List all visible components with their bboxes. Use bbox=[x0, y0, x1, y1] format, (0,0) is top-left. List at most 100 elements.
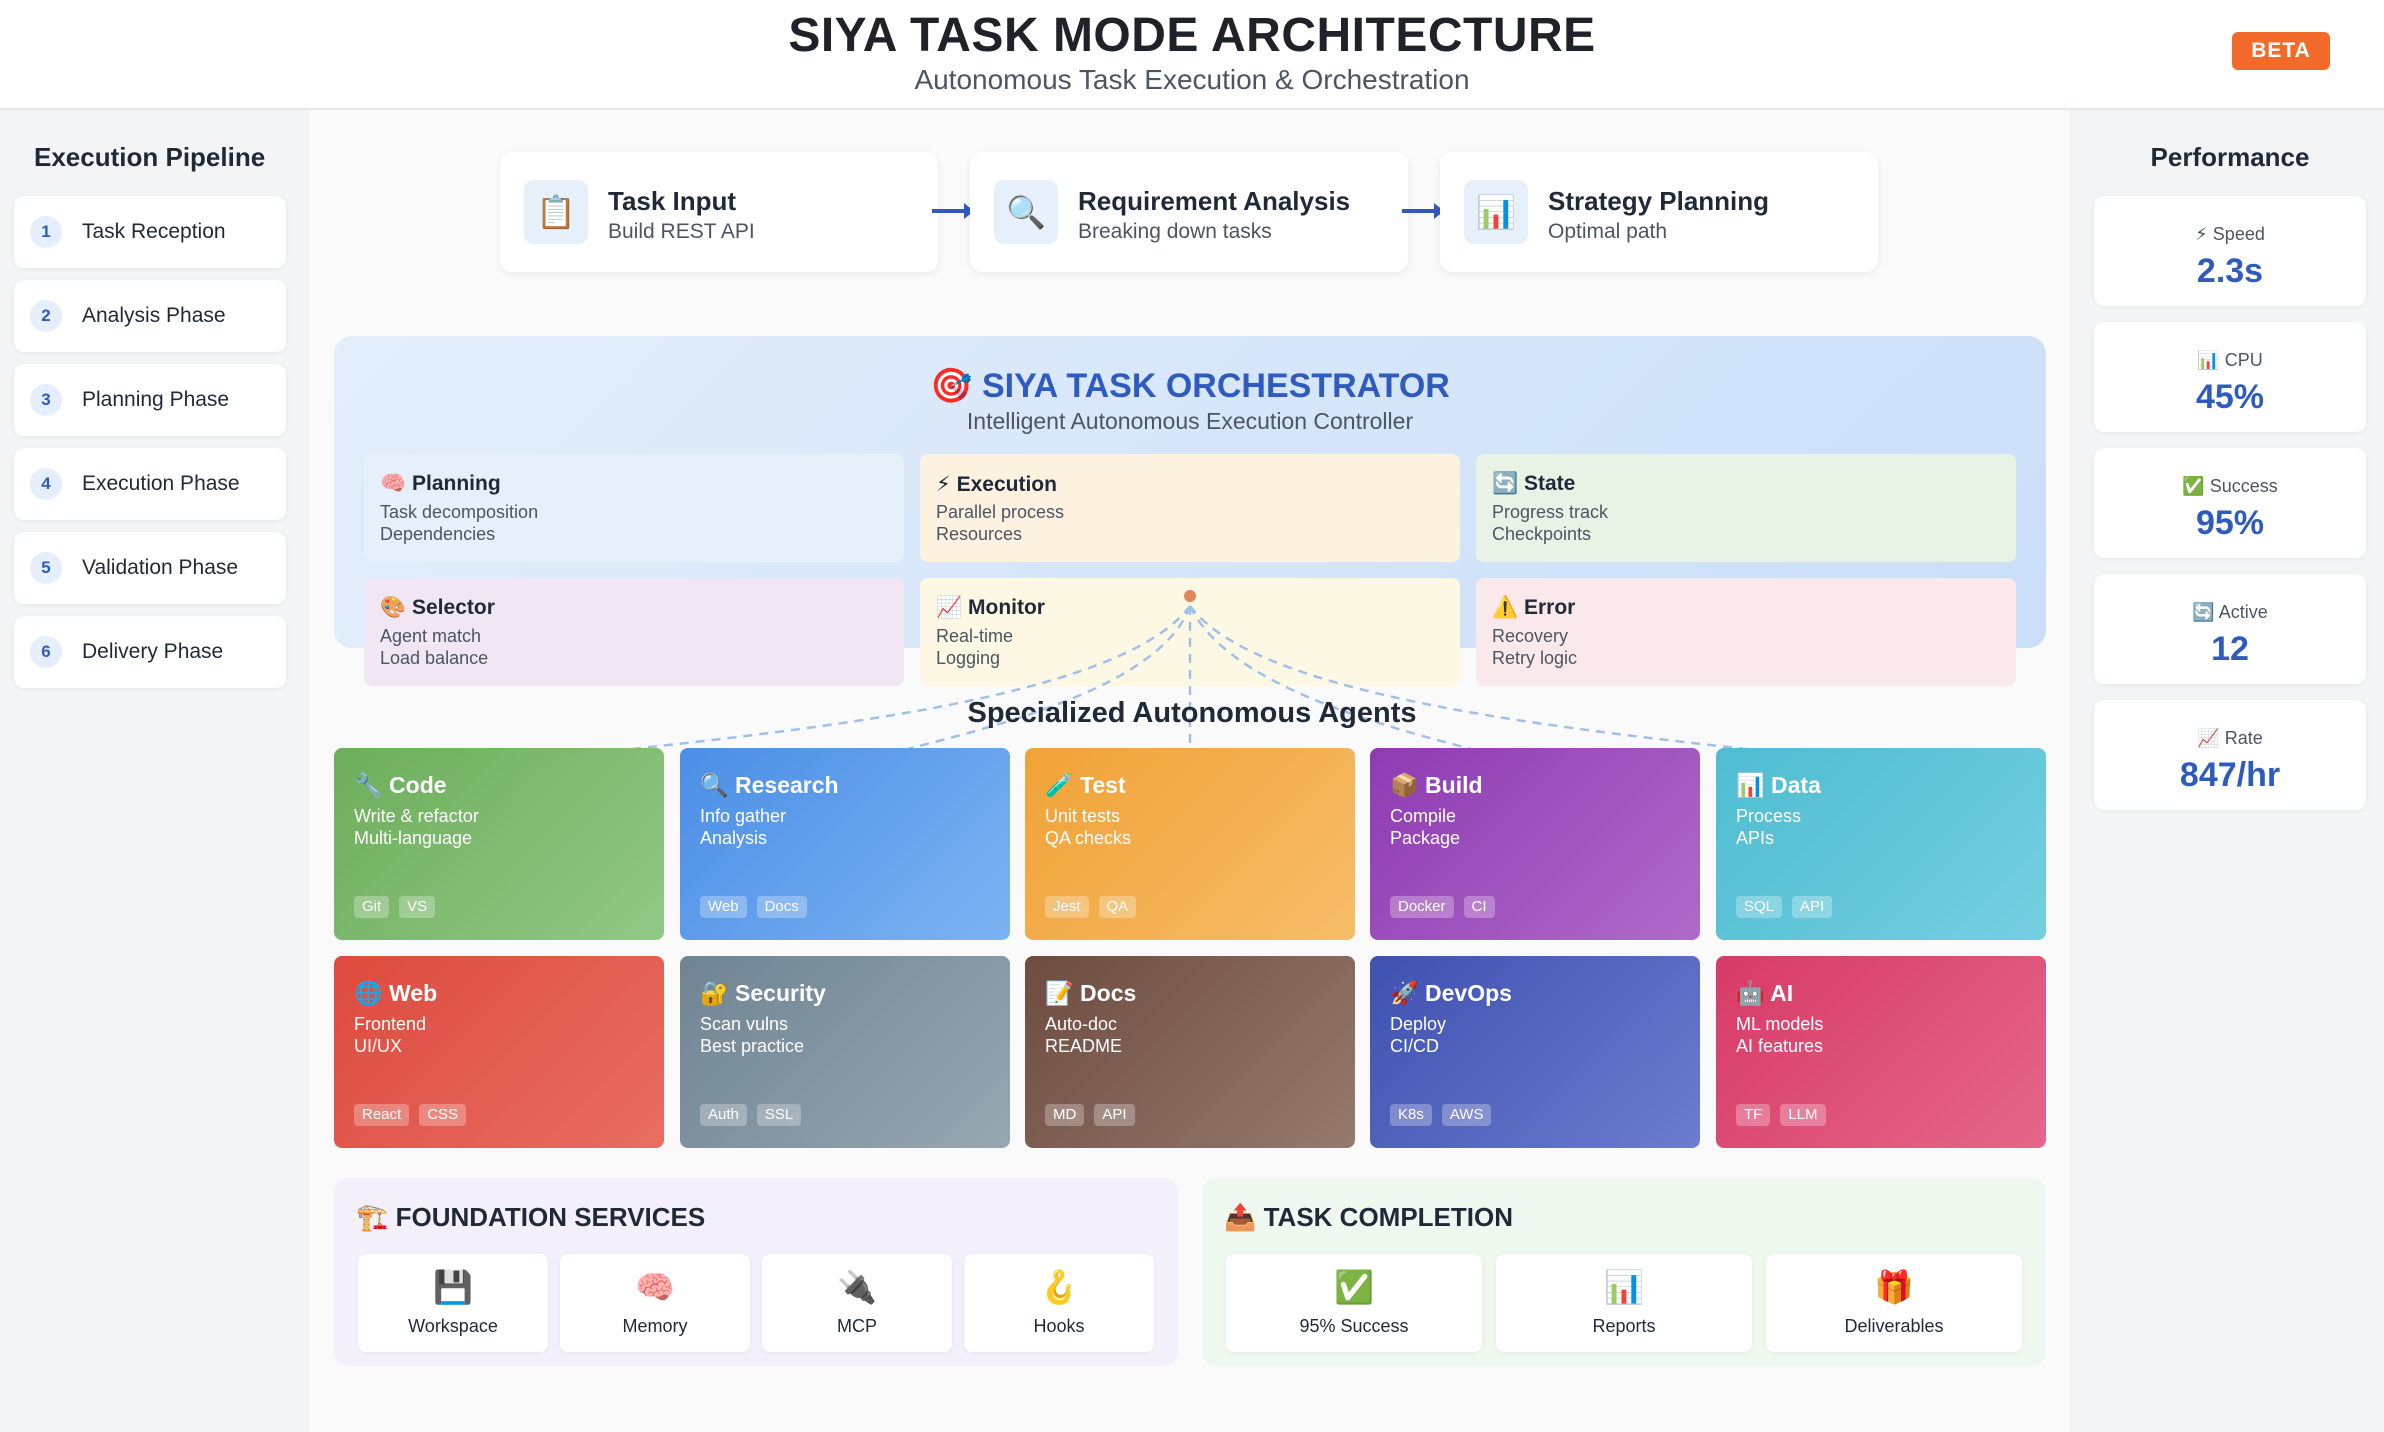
agent-title: 🔍 Research bbox=[700, 772, 839, 798]
agent-tags: SQL API bbox=[1736, 896, 1833, 918]
agent-detail: ML models bbox=[1736, 1014, 1824, 1034]
agent-card-web[interactable]: 🌐 Web Frontend UI/UX React CSS bbox=[334, 956, 664, 1148]
tag: TF bbox=[1736, 1104, 1771, 1126]
service-workspace[interactable]: 💾 Workspace bbox=[358, 1254, 548, 1352]
tag: MD bbox=[1045, 1104, 1085, 1126]
agent-tags: Auth SSL bbox=[700, 1104, 802, 1126]
service-mcp[interactable]: 🔌 MCP bbox=[762, 1254, 952, 1352]
agent-detail: README bbox=[1045, 1036, 1123, 1056]
agent-card-devops[interactable]: 🚀 DevOps Deploy CI/CD K8s AWS bbox=[1370, 956, 1700, 1148]
agent-tags: React CSS bbox=[354, 1104, 467, 1126]
gift-icon: 🎁 bbox=[1874, 1269, 1914, 1305]
completion-success[interactable]: ✅ 95% Success bbox=[1226, 1254, 1482, 1352]
agent-title: 🧪 Test bbox=[1045, 772, 1126, 798]
agent-detail: QA checks bbox=[1045, 828, 1132, 848]
agent-detail: AI features bbox=[1736, 1036, 1824, 1056]
completion-title: 📤 TASK COMPLETION bbox=[1224, 1202, 1514, 1232]
agent-card-build[interactable]: 📦 Build Compile Package Docker CI bbox=[1370, 748, 1700, 940]
agent-title: 🔧 Code bbox=[354, 772, 447, 798]
connector-data bbox=[1188, 605, 1791, 756]
agent-detail: Multi-language bbox=[354, 828, 473, 848]
agent-detail: Write & refactor bbox=[354, 806, 479, 826]
plug-icon: 🔌 bbox=[837, 1269, 877, 1305]
agent-detail: Info gather bbox=[700, 806, 787, 826]
checkmark-icon: ✅ bbox=[1334, 1269, 1374, 1305]
completion-label: Deliverables bbox=[1844, 1316, 1944, 1336]
tag: Docs bbox=[756, 896, 807, 918]
memo-icon: 📝 bbox=[1045, 980, 1074, 1006]
tag: Docker bbox=[1390, 896, 1454, 918]
tag: Jest bbox=[1045, 896, 1089, 918]
tag: AWS bbox=[1441, 1104, 1492, 1126]
agent-title: 🌐 Web bbox=[354, 980, 438, 1006]
magnifier-icon: 🔍 bbox=[700, 772, 729, 798]
tag: VS bbox=[399, 896, 436, 918]
agent-title: 📝 Docs bbox=[1045, 980, 1137, 1006]
completion-label: Reports bbox=[1592, 1316, 1656, 1336]
agent-detail: Deploy bbox=[1390, 1014, 1447, 1034]
tag: API bbox=[1792, 896, 1833, 918]
agent-detail: UI/UX bbox=[354, 1036, 403, 1056]
agent-tags: MD API bbox=[1045, 1104, 1135, 1126]
connector-build bbox=[1188, 605, 1491, 756]
tag: Auth bbox=[700, 1104, 747, 1126]
agent-tags: K8s AWS bbox=[1390, 1104, 1492, 1126]
tag: SSL bbox=[756, 1104, 802, 1126]
agent-detail: APIs bbox=[1736, 828, 1775, 848]
tag: CI bbox=[1463, 896, 1495, 918]
completion-reports[interactable]: 📊 Reports bbox=[1496, 1254, 1752, 1352]
bar-chart-icon: 📊 bbox=[1604, 1269, 1644, 1305]
agent-detail: Auto-doc bbox=[1045, 1014, 1118, 1034]
service-memory[interactable]: 🧠 Memory bbox=[560, 1254, 750, 1352]
agent-title: 🔐 Security bbox=[700, 980, 826, 1006]
tag: K8s bbox=[1390, 1104, 1432, 1126]
agent-card-docs[interactable]: 📝 Docs Auto-doc README MD API bbox=[1025, 956, 1355, 1148]
agent-detail: Process bbox=[1736, 806, 1802, 826]
tag: SQL bbox=[1736, 896, 1783, 918]
rocket-icon: 🚀 bbox=[1390, 980, 1419, 1006]
agent-detail: Compile bbox=[1390, 806, 1457, 826]
tag: QA bbox=[1098, 896, 1137, 918]
service-hooks[interactable]: 🪝 Hooks bbox=[964, 1254, 1154, 1352]
wrench-icon: 🔧 bbox=[354, 772, 383, 798]
agent-detail: Frontend bbox=[354, 1014, 427, 1034]
agent-card-security[interactable]: 🔐 Security Scan vulns Best practice Auth… bbox=[680, 956, 1010, 1148]
agent-tags: Web Docs bbox=[700, 896, 807, 918]
agent-card-data[interactable]: 📊 Data Process APIs SQL API bbox=[1716, 748, 2046, 940]
agent-card-test[interactable]: 🧪 Test Unit tests QA checks Jest QA bbox=[1025, 748, 1355, 940]
agent-title: 📊 Data bbox=[1736, 772, 1821, 798]
hook-icon: 🪝 bbox=[1039, 1269, 1079, 1305]
brain-icon: 🧠 bbox=[635, 1269, 675, 1305]
service-label: MCP bbox=[837, 1316, 877, 1336]
service-label: Workspace bbox=[408, 1316, 498, 1336]
agent-detail: Best practice bbox=[700, 1036, 805, 1056]
tag: Git bbox=[354, 896, 390, 918]
robot-icon: 🤖 bbox=[1736, 980, 1765, 1006]
agent-card-research[interactable]: 🔍 Research Info gather Analysis Web Docs bbox=[680, 748, 1010, 940]
tag: React bbox=[354, 1104, 410, 1126]
connector-dot bbox=[1184, 590, 1196, 602]
agent-tags: Jest QA bbox=[1045, 896, 1137, 918]
lock-icon: 🔐 bbox=[700, 980, 729, 1006]
completion-label: 95% Success bbox=[1299, 1316, 1409, 1336]
agent-detail: Analysis bbox=[700, 828, 768, 848]
completion-deliverables[interactable]: 🎁 Deliverables bbox=[1766, 1254, 2022, 1352]
tag: CSS bbox=[419, 1104, 467, 1126]
outbox-icon: 📤 bbox=[1224, 1202, 1257, 1232]
agent-tags: TF LLM bbox=[1736, 1104, 1826, 1126]
agent-title: 🤖 AI bbox=[1736, 980, 1794, 1006]
service-label: Hooks bbox=[1033, 1316, 1085, 1336]
agent-card-ai[interactable]: 🤖 AI ML models AI features TF LLM bbox=[1716, 956, 2046, 1148]
agent-tags: Git VS bbox=[354, 896, 436, 918]
agent-tags: Docker CI bbox=[1390, 896, 1495, 918]
agent-title: 📦 Build bbox=[1390, 772, 1483, 798]
connector-code bbox=[587, 605, 1192, 756]
agent-detail: Scan vulns bbox=[700, 1014, 789, 1034]
agent-card-code[interactable]: 🔧 Code Write & refactor Multi-language G… bbox=[334, 748, 664, 940]
bar-chart-icon: 📊 bbox=[1736, 772, 1765, 798]
foundation-title: 🏗️ FOUNDATION SERVICES bbox=[356, 1202, 706, 1232]
agents-title: Specialized Autonomous Agents bbox=[967, 697, 1417, 729]
tag: Web bbox=[700, 896, 747, 918]
agent-title: 🚀 DevOps bbox=[1390, 980, 1512, 1006]
agent-detail: Package bbox=[1390, 828, 1461, 848]
